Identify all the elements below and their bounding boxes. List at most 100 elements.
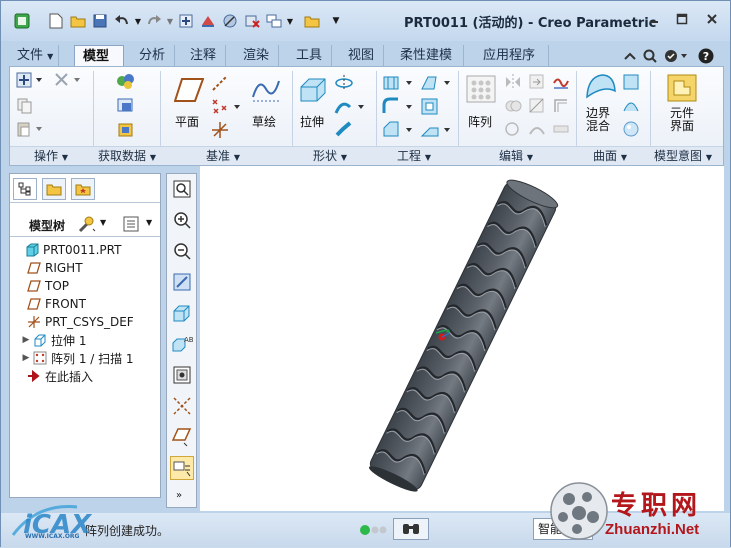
favorites-tab[interactable] bbox=[71, 178, 95, 200]
datum-plane-icon[interactable] bbox=[173, 77, 205, 106]
project-icon[interactable] bbox=[552, 73, 570, 94]
regenerate-icon[interactable] bbox=[175, 11, 197, 31]
community-icon[interactable] bbox=[663, 47, 689, 65]
render-icon[interactable] bbox=[197, 11, 219, 31]
show-icon[interactable] bbox=[120, 214, 142, 234]
datum-axis-icon[interactable] bbox=[210, 73, 230, 96]
group-operations[interactable]: 操作 ▼ bbox=[10, 146, 94, 165]
new-icon[interactable] bbox=[45, 11, 67, 31]
group-model-intent[interactable]: 模型意图 ▼ bbox=[651, 146, 723, 165]
tab-file[interactable]: 文件 ▼ bbox=[9, 45, 59, 67]
customize-dropdown-icon[interactable]: ▼ bbox=[329, 11, 343, 31]
tree-item-part[interactable]: PRT0011.PRT bbox=[12, 241, 160, 259]
tab-annotate[interactable]: 注释 bbox=[182, 45, 226, 67]
user-defined-feature-icon[interactable] bbox=[116, 72, 136, 93]
tree-item-front[interactable]: FRONT bbox=[12, 295, 160, 313]
merge-icon[interactable] bbox=[504, 97, 524, 118]
find-icon[interactable] bbox=[393, 518, 429, 540]
undo-dropdown-icon[interactable]: ▼ bbox=[133, 11, 143, 31]
group-edit[interactable]: 编辑 ▼ bbox=[459, 146, 577, 165]
folder-icon[interactable] bbox=[301, 11, 323, 31]
thicken-icon[interactable] bbox=[552, 120, 570, 141]
tab-model[interactable]: 模型 bbox=[74, 45, 124, 67]
graphics-window[interactable] bbox=[200, 166, 724, 511]
expand-pattern-icon[interactable]: ▶ bbox=[12, 353, 32, 363]
tab-applications[interactable]: 应用程序 bbox=[475, 45, 549, 67]
tree-item-right[interactable]: RIGHT bbox=[12, 259, 160, 277]
freestyle-icon[interactable] bbox=[622, 120, 640, 141]
zoom-in-icon[interactable] bbox=[170, 208, 194, 232]
open-icon[interactable] bbox=[67, 11, 89, 31]
fill-icon[interactable] bbox=[622, 73, 640, 94]
tree-item-top[interactable]: TOP bbox=[12, 277, 160, 295]
group-datum[interactable]: 基准 ▼ bbox=[161, 146, 293, 165]
mirror-icon[interactable] bbox=[504, 73, 524, 94]
save-icon[interactable] bbox=[89, 11, 111, 31]
expand-extrude-icon[interactable]: ▶ bbox=[12, 335, 32, 345]
trim-icon[interactable] bbox=[528, 97, 546, 118]
redo-dropdown-icon[interactable]: ▼ bbox=[165, 11, 175, 31]
help-icon[interactable]: ? bbox=[697, 47, 715, 65]
shell-icon[interactable] bbox=[420, 97, 440, 120]
show-dropdown-icon[interactable]: ▼ bbox=[146, 218, 152, 227]
delete-icon[interactable] bbox=[54, 72, 84, 93]
pattern-icon[interactable] bbox=[466, 75, 496, 106]
copy-icon[interactable] bbox=[16, 97, 34, 118]
draft-icon[interactable] bbox=[420, 73, 454, 96]
round-icon[interactable] bbox=[382, 97, 416, 120]
rib-icon[interactable] bbox=[420, 120, 454, 143]
boundary-blend-icon[interactable] bbox=[584, 71, 618, 104]
tab-view[interactable]: 视图 bbox=[340, 45, 384, 67]
minimize-icon[interactable] bbox=[641, 9, 667, 29]
collapse-ribbon-icon[interactable] bbox=[621, 47, 639, 65]
intersect-icon[interactable] bbox=[504, 120, 524, 141]
style-icon[interactable] bbox=[622, 97, 640, 118]
tab-flexible-modeling[interactable]: 柔性建模 bbox=[392, 45, 464, 67]
tab-tools[interactable]: 工具 bbox=[288, 45, 332, 67]
app-icon[interactable] bbox=[11, 11, 33, 31]
chamfer-icon[interactable] bbox=[382, 120, 416, 143]
tree-item-pattern[interactable]: ▶ 阵列 1 / 扫描 1 bbox=[12, 349, 160, 367]
close-window-icon[interactable] bbox=[241, 11, 263, 31]
windows-icon[interactable] bbox=[263, 11, 285, 31]
copy-geometry-icon[interactable] bbox=[116, 97, 136, 118]
close-icon[interactable] bbox=[699, 9, 725, 29]
zoom-out-icon[interactable] bbox=[170, 239, 194, 263]
group-engineering[interactable]: 工程 ▼ bbox=[377, 146, 459, 165]
tab-render[interactable]: 渲染 bbox=[235, 45, 279, 67]
regenerate-small-icon[interactable] bbox=[16, 72, 46, 93]
offset-icon[interactable] bbox=[552, 97, 570, 118]
model-tree-tab[interactable] bbox=[13, 178, 37, 200]
refit-icon[interactable] bbox=[170, 177, 194, 201]
maximize-icon[interactable] bbox=[669, 9, 695, 29]
datum-point-icon[interactable] bbox=[210, 97, 244, 120]
group-get-data[interactable]: 获取数据 ▼ bbox=[94, 146, 161, 165]
redo-icon[interactable] bbox=[143, 11, 165, 31]
search-icon[interactable] bbox=[641, 47, 659, 65]
swept-blend-icon[interactable] bbox=[334, 120, 354, 143]
repaint-icon[interactable] bbox=[170, 270, 194, 294]
extrude-icon[interactable] bbox=[297, 75, 329, 106]
plane-display-icon[interactable] bbox=[170, 425, 194, 449]
tab-analysis[interactable]: 分析 bbox=[131, 45, 175, 67]
view-manager-icon[interactable] bbox=[170, 363, 194, 387]
edit-icon[interactable] bbox=[219, 11, 241, 31]
paste-icon[interactable] bbox=[16, 121, 46, 142]
shrinkwrap-icon[interactable] bbox=[116, 121, 136, 142]
coordinate-system-icon[interactable] bbox=[210, 120, 230, 143]
undo-icon[interactable] bbox=[111, 11, 133, 31]
tree-item-csys[interactable]: PRT_CSYS_DEF bbox=[12, 313, 160, 331]
tree-item-insert-here[interactable]: 在此插入 bbox=[12, 367, 160, 385]
revolve-icon[interactable] bbox=[334, 73, 354, 96]
group-shape[interactable]: 形状 ▼ bbox=[293, 146, 377, 165]
windows-dropdown-icon[interactable]: ▼ bbox=[285, 11, 295, 31]
component-interface-icon[interactable] bbox=[666, 73, 698, 106]
hole-icon[interactable] bbox=[382, 73, 416, 96]
more-tools-icon[interactable]: » bbox=[176, 490, 182, 501]
tree-item-extrude[interactable]: ▶ 拉伸 1 bbox=[12, 331, 160, 349]
extend-icon[interactable] bbox=[528, 73, 546, 94]
saved-views-icon[interactable]: AB bbox=[170, 332, 194, 356]
annotation-display-icon[interactable] bbox=[170, 456, 194, 480]
solidify-icon[interactable] bbox=[528, 120, 546, 141]
folder-browser-tab[interactable] bbox=[42, 178, 66, 200]
